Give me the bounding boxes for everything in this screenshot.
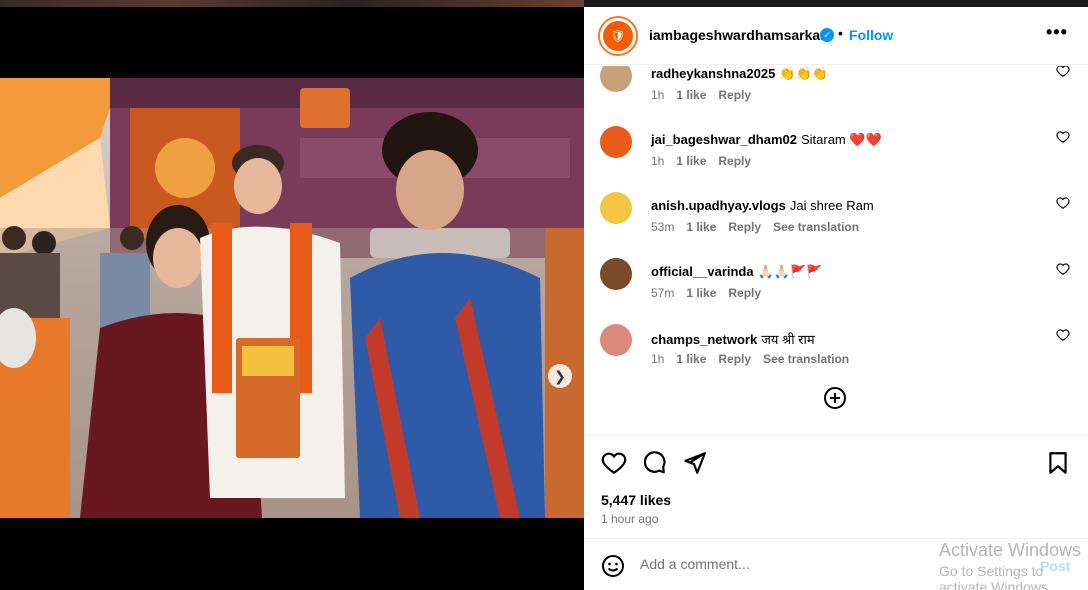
comment-time: 1h: [651, 88, 665, 102]
post-time[interactable]: 1 hour ago: [601, 512, 658, 526]
comment-time: 1h: [651, 352, 665, 366]
comment-meta: 57m 1 like Reply: [651, 286, 761, 300]
comment-input[interactable]: [640, 556, 1020, 572]
commenter-avatar[interactable]: [600, 66, 632, 92]
comments-list[interactable]: radheykanshna2025 👏👏👏 1h 1 like Reply jai…: [584, 66, 1088, 435]
author-avatar[interactable]: 🛡: [598, 16, 638, 56]
comment-bubble-icon[interactable]: [641, 450, 667, 476]
reply-button[interactable]: Reply: [728, 286, 761, 300]
heart-icon[interactable]: [1056, 328, 1070, 342]
plus-circle-icon[interactable]: [823, 386, 847, 410]
comment-meta: 53m 1 like Reply See translation: [651, 220, 859, 234]
comment-item: anish.upadhyay.vlogs Jai shree Ram 53m 1 …: [584, 192, 1088, 252]
post-actions: 5,447 likes 1 hour ago: [584, 435, 1088, 545]
commenter-username[interactable]: anish.upadhyay.vlogs: [651, 198, 786, 213]
comment-time: 53m: [651, 220, 675, 234]
commenter-avatar[interactable]: [600, 258, 632, 290]
brand-logo-icon: 🛡: [603, 21, 633, 51]
comment-meta: 1h 1 like Reply: [651, 88, 751, 102]
post-header: 🛡 iambageshwardhamsarkar ✓ • Follow •••: [584, 7, 1088, 65]
author-username[interactable]: iambageshwardhamsarkar: [649, 27, 826, 43]
heart-icon[interactable]: [1056, 66, 1070, 78]
paper-plane-icon[interactable]: [681, 450, 707, 476]
verified-badge-icon: ✓: [820, 28, 834, 42]
comment-meta: 1h 1 like Reply See translation: [651, 352, 849, 366]
like-count[interactable]: 5,447 likes: [601, 492, 671, 508]
comment-composer: Post: [584, 538, 1088, 590]
comment-item: official__varinda 🙏🏻🙏🏻🚩🚩 57m 1 like Reply: [584, 258, 1088, 318]
reply-button[interactable]: Reply: [728, 220, 761, 234]
comment-likes[interactable]: 1 like: [676, 352, 706, 366]
heart-icon[interactable]: [1056, 130, 1070, 144]
comment-body: 👏👏👏: [779, 66, 828, 81]
see-translation-button[interactable]: See translation: [763, 352, 849, 366]
bookmark-icon[interactable]: [1045, 450, 1071, 476]
see-translation-button[interactable]: See translation: [773, 220, 859, 234]
chevron-right-icon: ❯: [554, 367, 566, 384]
post-photo[interactable]: ❯: [0, 78, 584, 518]
comment-meta: 1h 1 like Reply: [651, 154, 751, 168]
comment-likes[interactable]: 1 like: [686, 220, 716, 234]
heart-icon[interactable]: [601, 450, 627, 476]
reply-button[interactable]: Reply: [718, 154, 751, 168]
comment-body: 🙏🏻🙏🏻🚩🚩: [757, 264, 823, 279]
comment-body: जय श्री राम: [761, 332, 815, 347]
post-side-panel: 🛡 iambageshwardhamsarkar ✓ • Follow ••• …: [584, 7, 1088, 590]
backdrop-bottom: [0, 518, 584, 590]
photo-illustration: [0, 78, 584, 518]
commenter-username[interactable]: official__varinda: [651, 264, 754, 279]
reply-button[interactable]: Reply: [718, 88, 751, 102]
commenter-username[interactable]: jai_bageshwar_dham02: [651, 132, 797, 147]
commenter-avatar[interactable]: [600, 324, 632, 356]
comment-likes[interactable]: 1 like: [686, 286, 716, 300]
comment-text-line: radheykanshna2025 👏👏👏: [651, 66, 828, 82]
separator-dot: •: [838, 25, 843, 41]
follow-button[interactable]: Follow: [849, 27, 893, 43]
backdrop-top: [0, 0, 584, 78]
commenter-username[interactable]: champs_network: [651, 332, 757, 347]
comment-item: jai_bageshwar_dham02 Sitaram ❤️❤️ 1h 1 li…: [584, 126, 1088, 186]
comment-likes[interactable]: 1 like: [676, 154, 706, 168]
next-slide-button[interactable]: ❯: [548, 364, 572, 388]
more-horizontal-icon[interactable]: •••: [1046, 22, 1068, 43]
heart-icon[interactable]: [1056, 196, 1070, 210]
commenter-username[interactable]: radheykanshna2025: [651, 66, 775, 81]
post-comment-button[interactable]: Post: [1040, 558, 1070, 574]
comment-time: 1h: [651, 154, 665, 168]
backdrop-strip: [0, 0, 584, 7]
comment-item: champs_network जय श्री राम 1h 1 like Repl…: [584, 324, 1088, 384]
reply-button[interactable]: Reply: [718, 352, 751, 366]
comment-text-line: official__varinda 🙏🏻🙏🏻🚩🚩: [651, 264, 822, 280]
comment-item: radheykanshna2025 👏👏👏 1h 1 like Reply: [584, 66, 1088, 120]
comment-likes[interactable]: 1 like: [676, 88, 706, 102]
emoji-icon[interactable]: [601, 554, 625, 578]
heart-icon[interactable]: [1056, 262, 1070, 276]
commenter-avatar[interactable]: [600, 126, 632, 158]
comment-body: Jai shree Ram: [789, 198, 874, 213]
comment-text-line: jai_bageshwar_dham02 Sitaram ❤️❤️: [651, 132, 882, 148]
comment-time: 57m: [651, 286, 675, 300]
commenter-avatar[interactable]: [600, 192, 632, 224]
comment-text-line: anish.upadhyay.vlogs Jai shree Ram: [651, 198, 874, 213]
comment-body: Sitaram ❤️❤️: [800, 132, 882, 147]
comment-text-line: champs_network जय श्री राम: [651, 330, 815, 348]
